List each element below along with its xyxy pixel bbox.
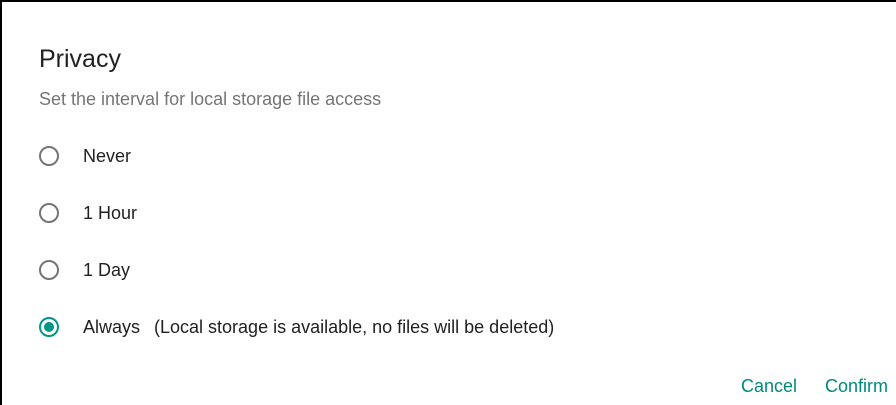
privacy-dialog: Privacy Set the interval for local stora…: [0, 0, 896, 405]
cancel-button[interactable]: Cancel: [741, 374, 797, 398]
option-1-hour[interactable]: 1 Hour: [39, 196, 554, 230]
radio-group: Never 1 Hour 1 Day Always (Local storage…: [39, 139, 554, 367]
option-label-1-hour: 1 Hour: [83, 202, 138, 223]
option-never[interactable]: Never: [39, 139, 554, 173]
radio-button-never[interactable]: [39, 146, 59, 166]
option-label-never: Never: [83, 145, 132, 166]
dialog-actions: Cancel Confirm: [741, 374, 888, 398]
radio-button-1-day[interactable]: [39, 260, 59, 280]
dialog-title: Privacy: [39, 45, 121, 73]
radio-button-always[interactable]: [39, 317, 59, 337]
confirm-button[interactable]: Confirm: [825, 374, 888, 398]
option-label-1-day: 1 Day: [83, 259, 131, 280]
radio-button-1-hour[interactable]: [39, 203, 59, 223]
option-always[interactable]: Always (Local storage is available, no f…: [39, 310, 554, 344]
option-1-day[interactable]: 1 Day: [39, 253, 554, 287]
option-label-always: Always: [83, 316, 141, 337]
dialog-subtitle: Set the interval for local storage file …: [39, 89, 382, 109]
radio-selected-dot: [44, 322, 54, 332]
option-note-always: (Local storage is available, no files wi…: [154, 316, 555, 337]
